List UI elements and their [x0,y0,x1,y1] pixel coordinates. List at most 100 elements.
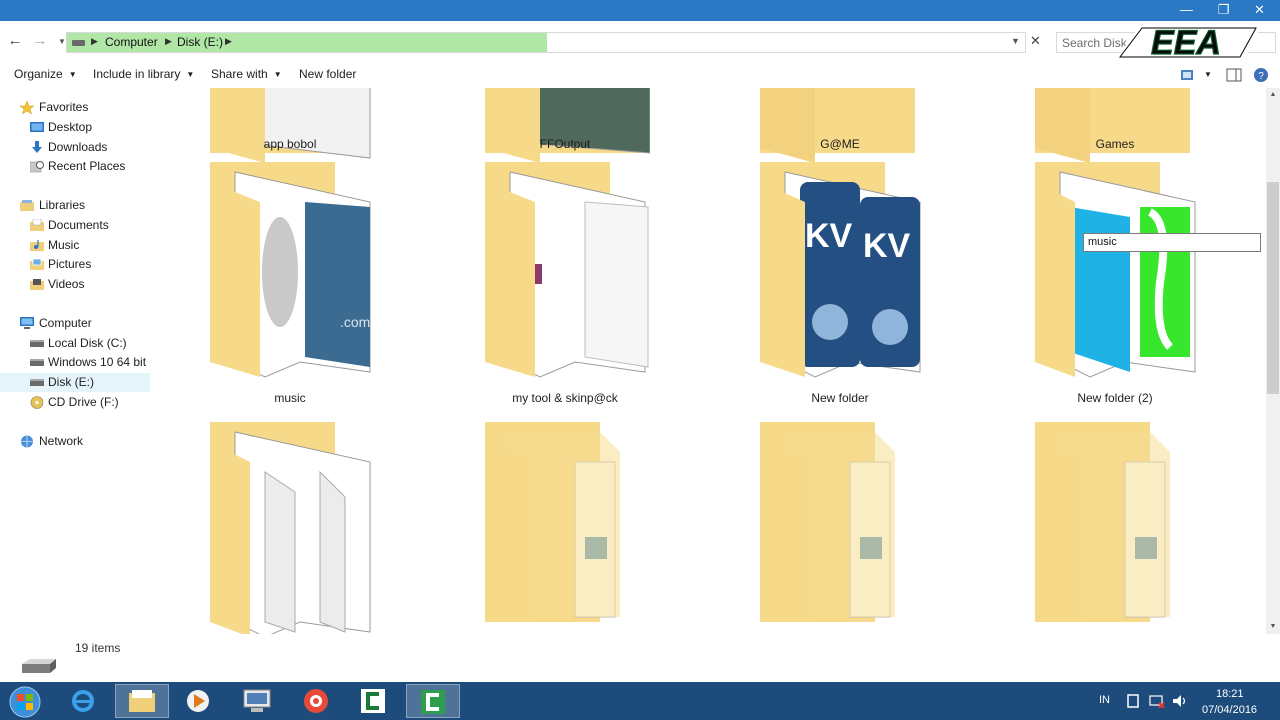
clock-date[interactable]: 07/04/2016 [1202,704,1257,716]
share-with-label: Share with [211,67,268,81]
nav-label: Libraries [39,198,86,212]
nav-network[interactable]: Network [0,432,150,451]
folder-new-folder-2[interactable]: New folder (2) [990,162,1240,422]
nav-desktop[interactable]: Desktop [0,118,150,137]
folder-new-folder[interactable]: KV KV New folder [715,162,965,422]
nav-documents[interactable]: Documents [0,216,150,235]
folder-icon [760,422,895,622]
folder-my-tool-skinpack[interactable]: my tool & skinp@ck [440,162,690,422]
taskbar-app-camtasia-recorder[interactable] [406,684,460,718]
nav-local-disk-c[interactable]: Local Disk (C:) [0,334,150,353]
address-row: ← → ▼ ▶ Computer ▶ Disk (E:) ▶ ▼ Search … [0,21,1280,63]
folder-label: G@ME [820,137,860,151]
taskbar-app-file-explorer[interactable] [115,684,169,718]
desktop-icon [30,122,44,132]
eea-logo: EEA [1116,23,1262,63]
folder-icon [760,88,915,163]
start-button-icon[interactable] [8,685,42,719]
breadcrumb-disk-e[interactable]: Disk (E:) [177,35,223,49]
folder-icon [129,690,155,712]
command-bar: Organize ▼ Include in library ▼ Share with… [0,63,1280,87]
forward-button[interactable]: → [31,32,49,50]
stop-icon[interactable]: ✕ [1030,33,1041,49]
music-icon [30,240,44,251]
nav-music[interactable]: Music [0,236,150,255]
taskbar-app-internet-explorer[interactable] [56,684,110,718]
star-icon [20,101,34,114]
include-in-library-button[interactable]: Include in library ▼ [93,67,194,81]
nav-favorites[interactable]: Favorites [0,98,150,117]
nav-label: Local Disk (C:) [48,336,127,350]
chevron-down-icon: ▼ [273,70,282,79]
taskbar-app-network[interactable] [230,684,284,718]
nav-downloads[interactable]: Downloads [0,138,150,157]
chevron-down-icon: ▼ [68,70,77,79]
folder-item[interactable] [165,422,415,634]
nav-label: CD Drive (F:) [48,395,119,409]
address-bar[interactable]: ▶ Computer ▶ Disk (E:) ▶ ▼ [66,32,1026,53]
maximize-button[interactable]: ❐ [1207,0,1240,20]
svg-text:KV: KV [805,217,853,255]
vertical-scrollbar[interactable]: ▲ ▼ [1266,88,1280,634]
nav-label: Desktop [48,120,93,134]
minimize-button[interactable]: — [1170,0,1203,20]
documents-icon [30,219,44,231]
volume-icon[interactable] [1172,694,1188,708]
libraries-icon [20,200,34,211]
change-view-icon[interactable] [1180,67,1194,83]
nav-windows10-d[interactable]: Windows 10 64 bit (D:) [0,353,150,372]
share-with-button[interactable]: Share with ▼ [211,67,282,81]
folder-item[interactable] [715,422,965,634]
scroll-down-icon[interactable]: ▼ [1266,620,1280,634]
language-indicator[interactable]: IN [1099,694,1110,706]
chevron-right-icon[interactable]: ▶ [91,36,98,47]
folder-label: Games [1095,137,1135,151]
chevron-right-icon[interactable]: ▶ [225,36,232,47]
folder-item[interactable] [440,422,690,634]
network-status-icon[interactable] [1149,694,1165,708]
navigation-pane: Favorites Desktop Downloads Recent Place… [0,88,150,683]
svg-text:KV: KV [863,227,911,265]
drive-icon [72,40,85,46]
rename-input[interactable]: music [1083,233,1261,252]
folder-music[interactable]: .com music [165,162,415,422]
nav-recent-places[interactable]: Recent Places [0,157,150,176]
chevron-down-icon[interactable]: ▼ [1011,36,1020,46]
nav-videos[interactable]: Videos [0,275,150,294]
close-button[interactable]: ✕ [1243,0,1276,20]
taskbar-app-media-player[interactable] [171,684,225,718]
videos-icon [30,279,44,290]
clock-time[interactable]: 18:21 [1216,688,1244,700]
logo-text: EEA [1151,24,1221,62]
drive-icon [22,659,56,673]
organize-button[interactable]: Organize ▼ [14,67,77,81]
taskbar-app-camtasia[interactable] [347,684,401,718]
new-folder-button[interactable]: New folder [299,67,356,81]
help-icon[interactable]: ? [1253,67,1269,83]
nav-libraries[interactable]: Libraries [0,196,150,215]
taskbar: IN 18:21 07/04/2016 [0,682,1280,720]
chevron-down-icon[interactable]: ▼ [1204,70,1212,79]
breadcrumb-computer[interactable]: Computer [105,35,158,49]
computer-icon [20,317,34,329]
back-button[interactable]: ← [6,32,24,50]
internet-explorer-icon [72,690,94,712]
scroll-up-icon[interactable]: ▲ [1266,88,1280,102]
taskbar-app-recorder[interactable] [289,684,343,718]
scroll-thumb[interactable] [1267,182,1279,394]
folder-item[interactable] [990,422,1240,634]
nav-cd-drive-f[interactable]: CD Drive (F:) [0,393,150,412]
chevron-right-icon[interactable]: ▶ [165,36,172,47]
camtasia-recorder-icon [421,690,445,714]
folder-icon [485,88,650,163]
nav-label: Computer [39,316,92,330]
nav-label: Disk (E:) [48,375,94,389]
folder-label: app bobol [263,137,317,151]
nav-disk-e[interactable]: Disk (E:) [0,373,150,392]
status-item-count: 19 items [75,641,121,655]
preview-pane-icon[interactable] [1226,67,1242,83]
download-icon [32,141,42,153]
action-center-icon[interactable] [1126,694,1140,708]
nav-computer[interactable]: Computer [0,314,150,333]
nav-pictures[interactable]: Pictures [0,255,150,274]
